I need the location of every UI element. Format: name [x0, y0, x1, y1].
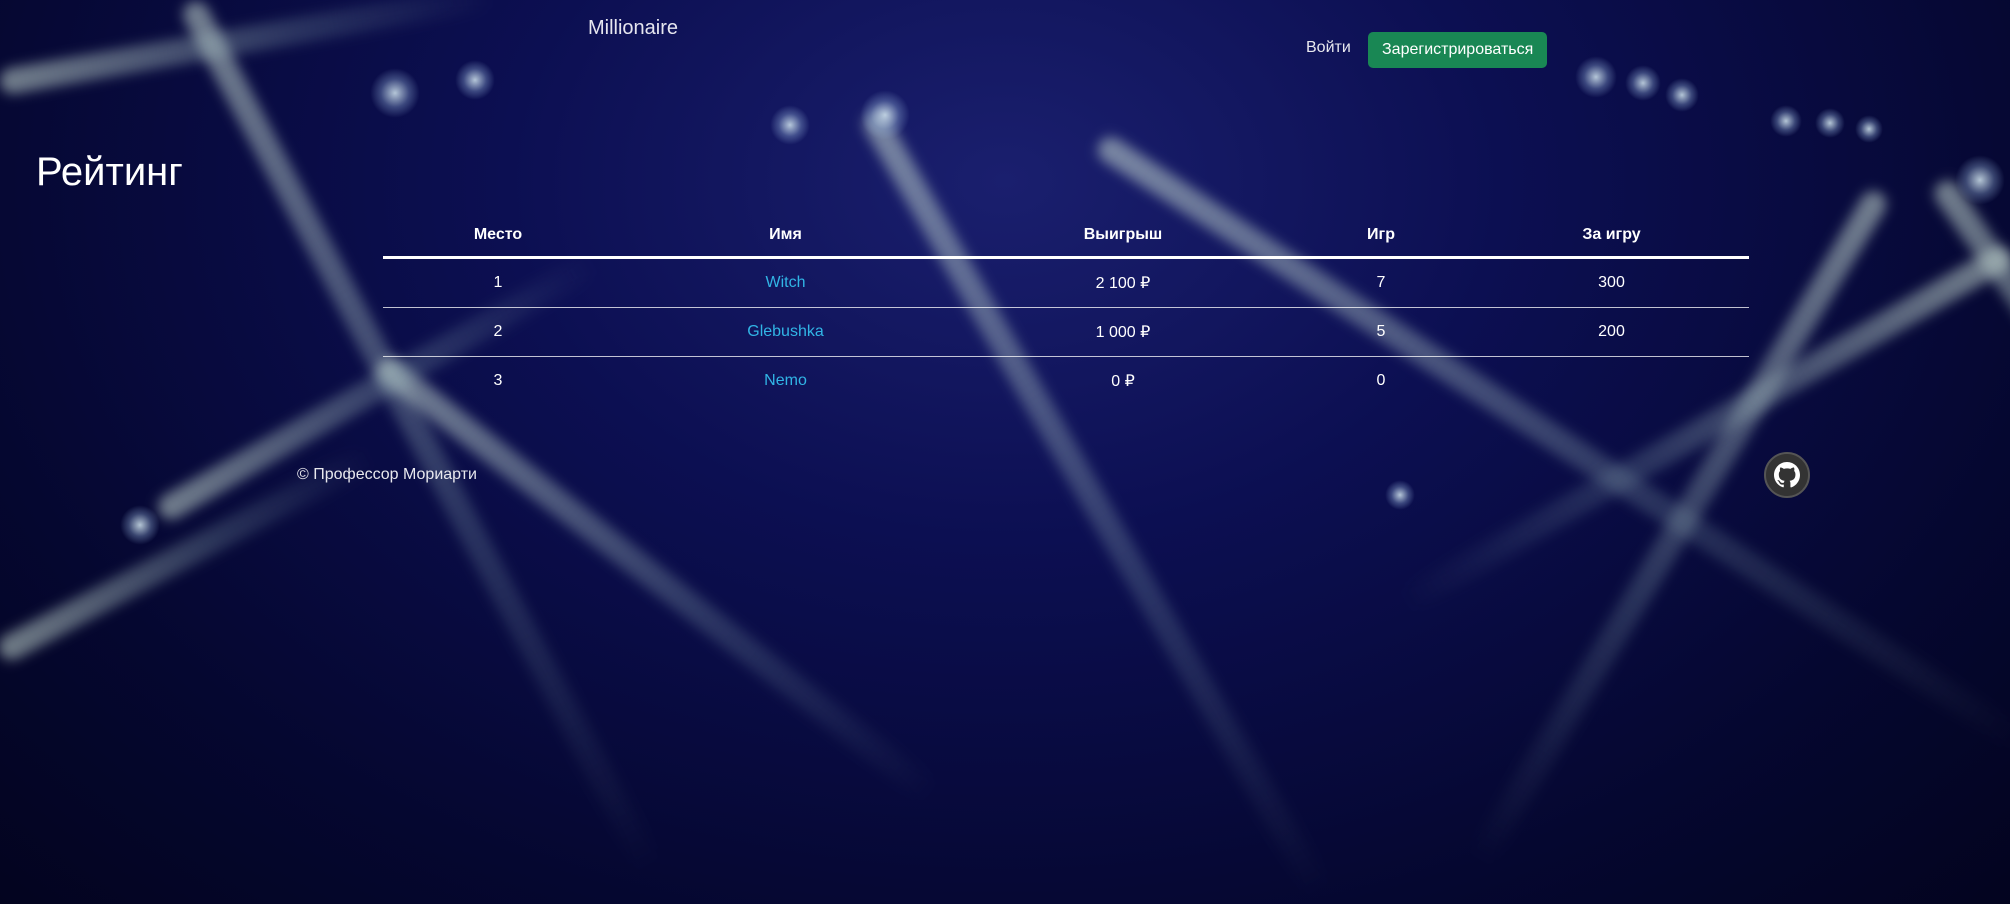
cell-name: Witch	[613, 257, 958, 308]
cell-place: 3	[493, 372, 503, 389]
cell-games: 0	[1376, 372, 1386, 389]
table-row: 1 Witch 2 100 ₽ 7 300	[383, 257, 1749, 308]
brand-link[interactable]: Millionaire	[588, 17, 678, 40]
cell-winnings: 0 ₽	[1111, 373, 1135, 390]
page-title: Рейтинг	[36, 150, 183, 194]
column-header-name: Имя	[613, 214, 958, 259]
footer-copyright: © Профессор Мориарти	[297, 466, 477, 483]
player-link[interactable]: Nemo	[764, 372, 807, 389]
table-row: 2 Glebushka 1 000 ₽ 5 200	[383, 307, 1749, 357]
column-header-per-game: За игру	[1474, 214, 1749, 259]
column-header-winnings: Выигрыш	[958, 214, 1288, 259]
rating-table: Место Имя Выигрыш Игр За игру 1 Witch 2 …	[383, 214, 1749, 405]
top-navbar: Millionaire Войти Зарегистрироваться	[0, 0, 2010, 80]
cell-place: 2	[383, 307, 613, 357]
login-link[interactable]: Войти	[1306, 39, 1351, 57]
table-header-row: Место Имя Выигрыш Игр За игру	[383, 214, 1749, 259]
stage-background	[0, 0, 2010, 904]
cell-per-game: 300	[1474, 257, 1749, 308]
column-header-games: Игр	[1288, 214, 1474, 259]
cell-name: Nemo	[613, 357, 958, 406]
column-header-place: Место	[383, 214, 613, 259]
player-link[interactable]: Glebushka	[747, 323, 824, 340]
cell-winnings: 1 000 ₽	[958, 307, 1288, 357]
cell-per-game: 200	[1474, 307, 1749, 357]
cell-winnings: 2 100 ₽	[958, 257, 1288, 308]
cell-per-game	[1474, 357, 1749, 406]
player-link[interactable]: Witch	[766, 274, 806, 291]
cell-name: Glebushka	[613, 307, 958, 357]
table-row: 3 Nemo 0 ₽ 0	[383, 357, 1749, 406]
cell-place: 1	[383, 257, 613, 308]
cell-games: 5	[1288, 307, 1474, 357]
cell-games: 7	[1288, 257, 1474, 308]
github-icon[interactable]	[1764, 452, 1810, 498]
signup-button[interactable]: Зарегистрироваться	[1368, 32, 1548, 68]
